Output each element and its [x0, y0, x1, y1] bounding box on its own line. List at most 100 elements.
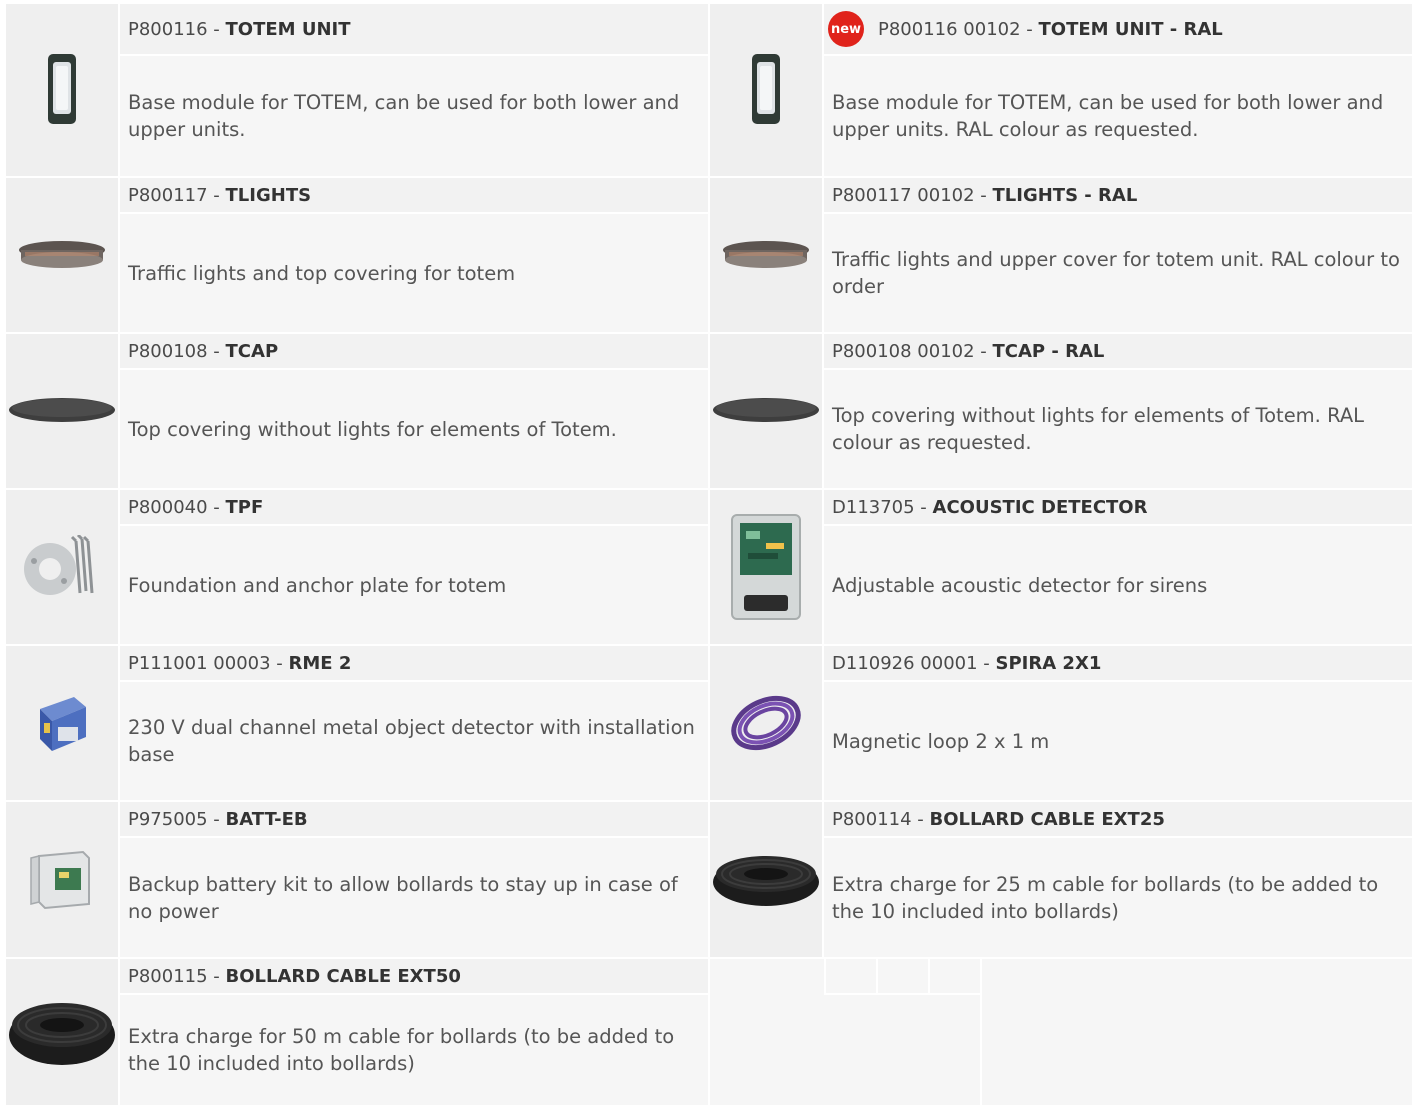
totem-unit-icon [6, 4, 118, 176]
cable-coil-icon [710, 802, 822, 957]
divider [824, 959, 826, 993]
product-image-cell [6, 490, 118, 644]
product-image-cell [6, 178, 118, 332]
empty-cell [710, 959, 1412, 1107]
product-cell: P800114 - BOLLARD CABLE EXT25 Extra char… [824, 802, 1412, 957]
product-code: P111001 00003 - [128, 652, 283, 674]
table-row: P800117 - TLIGHTS Traffic lights and top… [6, 178, 1412, 334]
product-header: D113705 - ACOUSTIC DETECTOR [824, 490, 1412, 526]
totem-unit-icon [710, 4, 822, 176]
product-name: SPIRA 2X1 [995, 652, 1102, 674]
product-name: BATT-EB [225, 808, 308, 830]
product-name: BOLLARD CABLE EXT50 [225, 965, 461, 987]
tlights-icon [6, 178, 118, 332]
table-row: P800108 - TCAP Top covering without ligh… [6, 334, 1412, 490]
product-description: Traffic lights and upper cover for totem… [824, 214, 1412, 332]
tcap-icon [6, 334, 118, 488]
product-cell: D110926 00001 - SPIRA 2X1 Magnetic loop … [824, 646, 1412, 800]
product-image-cell [6, 4, 118, 176]
product-image-cell [6, 646, 118, 800]
product-description: Foundation and anchor plate for totem [120, 526, 708, 644]
product-description: Backup battery kit to allow bollards to … [120, 838, 708, 957]
magnetic-loop-icon [710, 646, 822, 800]
tcap-icon [710, 334, 822, 488]
product-image-cell [6, 959, 118, 1105]
product-header: P800115 - BOLLARD CABLE EXT50 [120, 959, 708, 995]
product-cell: new P800116 00102 - TOTEM UNIT - RAL Bas… [824, 4, 1412, 176]
product-code: D110926 00001 - [832, 652, 990, 674]
product-name: TLIGHTS [225, 184, 312, 206]
acoustic-detector-icon [710, 490, 822, 644]
product-code: P800108 - [128, 340, 220, 362]
product-cell: P800117 - TLIGHTS Traffic lights and top… [120, 178, 708, 332]
product-header: P800114 - BOLLARD CABLE EXT25 [824, 802, 1412, 838]
table-row: P800115 - BOLLARD CABLE EXT50 Extra char… [6, 959, 1412, 1107]
product-description: Base module for TOTEM, can be used for b… [120, 56, 708, 176]
product-code: P800117 00102 - [832, 184, 987, 206]
product-name: TOTEM UNIT - RAL [1038, 18, 1223, 40]
product-name: TCAP - RAL [992, 340, 1105, 362]
product-image-cell [710, 4, 822, 176]
product-cell: D113705 - ACOUSTIC DETECTOR Adjustable a… [824, 490, 1412, 644]
product-description: Magnetic loop 2 x 1 m [824, 682, 1412, 800]
product-image-cell [710, 178, 822, 332]
divider [876, 959, 878, 993]
product-description: Top covering without lights for elements… [120, 370, 708, 488]
product-header: P800117 00102 - TLIGHTS - RAL [824, 178, 1412, 214]
product-description: Extra charge for 50 m cable for bollards… [120, 995, 708, 1105]
product-cell: P800040 - TPF Foundation and anchor plat… [120, 490, 708, 644]
product-name: TPF [225, 496, 264, 518]
product-header: P800108 - TCAP [120, 334, 708, 370]
table-row: P800116 - TOTEM UNIT Base module for TOT… [6, 4, 1412, 178]
product-cell: P800116 - TOTEM UNIT Base module for TOT… [120, 4, 708, 176]
product-header: P975005 - BATT-EB [120, 802, 708, 838]
divider [928, 959, 930, 993]
product-image-cell [6, 334, 118, 488]
product-code: P975005 - [128, 808, 220, 830]
table-row: P800040 - TPF Foundation and anchor plat… [6, 490, 1412, 646]
product-name: TLIGHTS - RAL [992, 184, 1138, 206]
table-row: P975005 - BATT-EB Backup battery kit to … [6, 802, 1412, 959]
product-image-cell [710, 334, 822, 488]
metal-detector-icon [6, 646, 118, 800]
product-description: Adjustable acoustic detector for sirens [824, 526, 1412, 644]
battery-kit-icon [6, 802, 118, 957]
divider [980, 959, 982, 1107]
product-cell: P800115 - BOLLARD CABLE EXT50 Extra char… [120, 959, 708, 1105]
anchor-plate-icon [6, 490, 118, 644]
product-name: RME 2 [288, 652, 352, 674]
product-description: Top covering without lights for elements… [824, 370, 1412, 488]
product-name: TCAP [225, 340, 279, 362]
product-description: Extra charge for 25 m cable for bollards… [824, 838, 1412, 957]
product-name: BOLLARD CABLE EXT25 [929, 808, 1165, 830]
product-header: P800117 - TLIGHTS [120, 178, 708, 214]
product-cell: P111001 00003 - RME 2 230 V dual channel… [120, 646, 708, 800]
product-image-cell [6, 802, 118, 957]
product-header: new P800116 00102 - TOTEM UNIT - RAL [824, 4, 1412, 56]
product-code: P800108 00102 - [832, 340, 987, 362]
product-image-cell [710, 490, 822, 644]
product-code: P800116 - [128, 18, 220, 40]
product-header: P111001 00003 - RME 2 [120, 646, 708, 682]
product-description: 230 V dual channel metal object detector… [120, 682, 708, 800]
product-cell: P800108 - TCAP Top covering without ligh… [120, 334, 708, 488]
table-row: P111001 00003 - RME 2 230 V dual channel… [6, 646, 1412, 802]
product-code: P800040 - [128, 496, 220, 518]
product-cell: P975005 - BATT-EB Backup battery kit to … [120, 802, 708, 957]
product-name: ACOUSTIC DETECTOR [932, 496, 1148, 518]
product-code: P800116 00102 - [878, 18, 1033, 40]
product-header: D110926 00001 - SPIRA 2X1 [824, 646, 1412, 682]
product-header: P800040 - TPF [120, 490, 708, 526]
product-image-cell [710, 646, 822, 800]
product-code: D113705 - [832, 496, 927, 518]
product-description: Traffic lights and top covering for tote… [120, 214, 708, 332]
product-header: P800108 00102 - TCAP - RAL [824, 334, 1412, 370]
cable-coil-icon [6, 959, 118, 1105]
new-badge: new [828, 11, 864, 47]
product-code: P800115 - [128, 965, 220, 987]
product-image-cell [710, 802, 822, 957]
product-cell: P800117 00102 - TLIGHTS - RAL Traffic li… [824, 178, 1412, 332]
product-description: Base module for TOTEM, can be used for b… [824, 56, 1412, 176]
product-code: P800117 - [128, 184, 220, 206]
product-code: P800114 - [832, 808, 924, 830]
